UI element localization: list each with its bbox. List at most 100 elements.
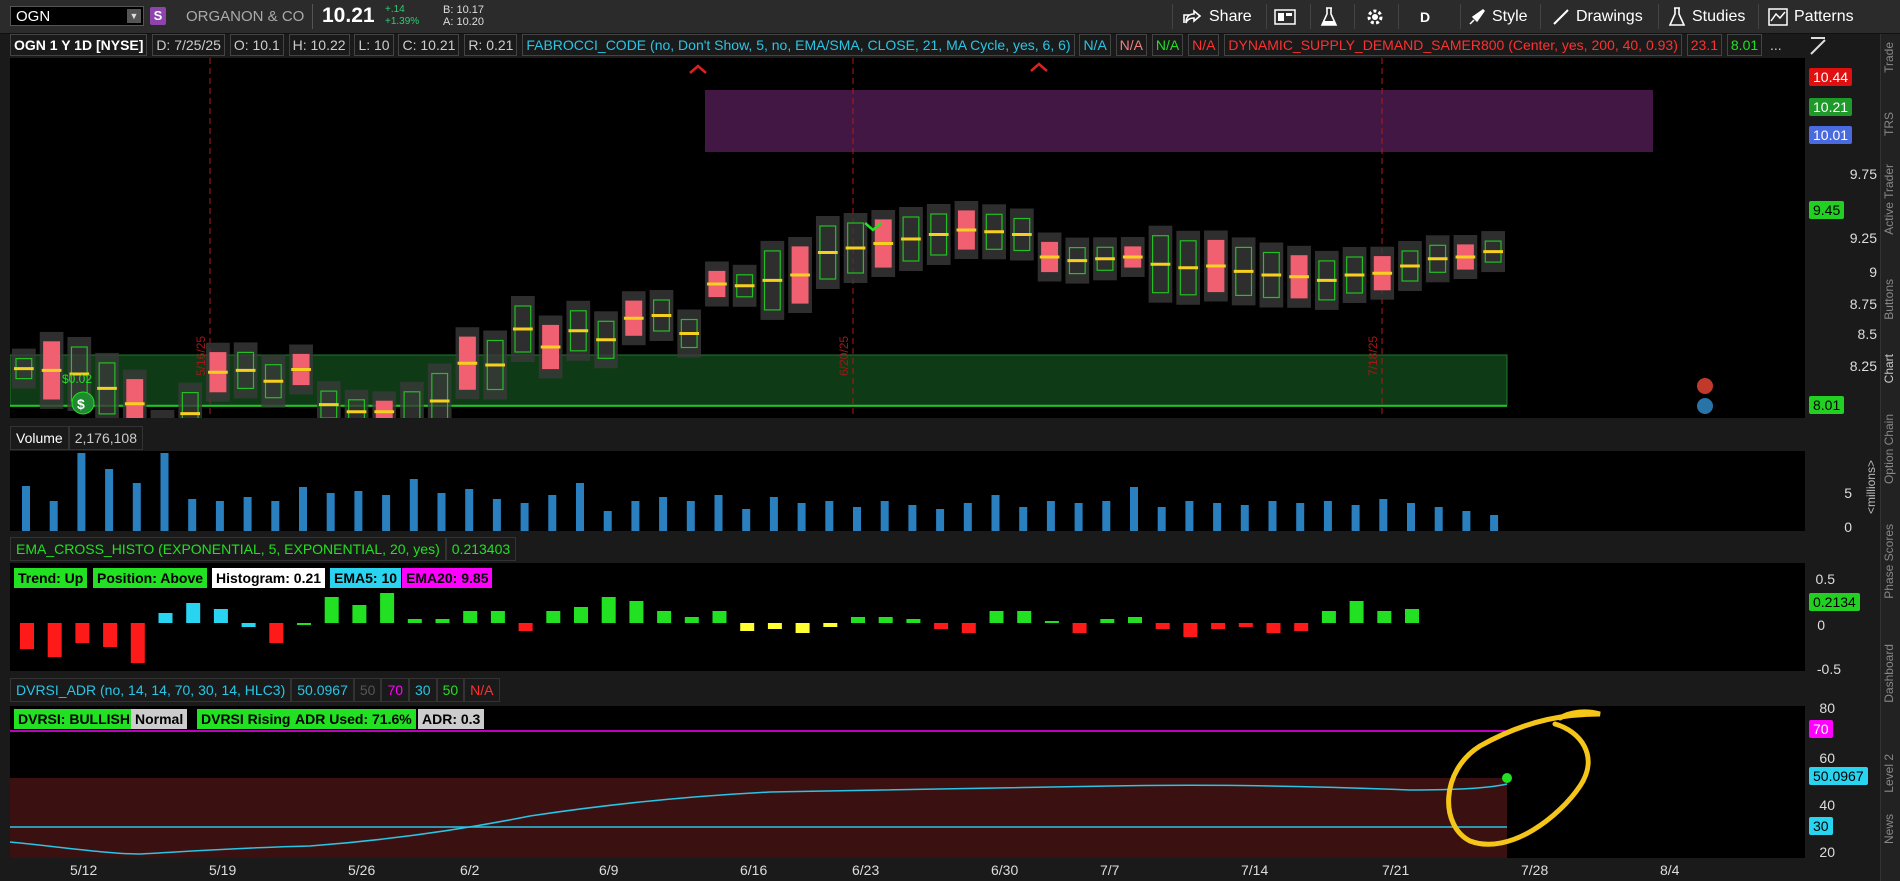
ema-study-title[interactable]: EMA_CROSS_HISTO (EXPONENTIAL, 5, EXPONEN… (10, 537, 446, 561)
axis-label: 0.5 (1815, 571, 1835, 587)
axis-label: 0 (1844, 519, 1852, 535)
sidebar-tab-trs[interactable]: TRS (1882, 112, 1900, 136)
info-icon[interactable] (1697, 398, 1713, 414)
study-fabrocci[interactable]: FABROCCI_CODE (no, Don't Show, 5, no, EM… (522, 34, 1075, 56)
drawings-label: Drawings (1576, 7, 1643, 25)
sidebar-tab-buttons[interactable]: Buttons (1882, 279, 1900, 320)
patterns-button[interactable]: Patterns (1768, 0, 1854, 33)
sidebar-tab-chart[interactable]: Chart (1882, 354, 1900, 383)
drawings-button[interactable]: Drawings (1552, 0, 1643, 33)
flexible-grid-button[interactable] (1274, 0, 1302, 33)
s-badge[interactable]: S (150, 7, 166, 25)
axis-label: 60 (1819, 750, 1835, 766)
study-na: N/A (1188, 34, 1220, 56)
studies-flask-icon (1668, 6, 1686, 26)
settings-button[interactable] (1365, 0, 1391, 33)
dividend-icon-glyph: $ (77, 396, 85, 412)
axis-label: 20 (1819, 844, 1835, 860)
date-tick: 5/26 (348, 862, 376, 878)
date-tick: 6/9 (599, 862, 619, 878)
dvrsi-normal-label: Normal (131, 709, 188, 729)
company-name: ORGANON & CO (186, 8, 305, 25)
dvrsi-na: N/A (464, 678, 500, 702)
dvrsi-param: 50 (353, 678, 382, 702)
axis-label: 40 (1819, 797, 1835, 813)
alert-icon[interactable] (1697, 378, 1713, 394)
date-tick: 5/12 (70, 862, 98, 878)
symbol-input[interactable]: OGN ▼ (10, 6, 144, 26)
date-tick: 8/4 (1660, 862, 1680, 878)
studies-label: Studies (1692, 7, 1746, 25)
divider (1658, 4, 1659, 29)
volume-units: <millions> (1864, 460, 1878, 515)
sidebar-tab-level2[interactable]: Level 2 (1882, 754, 1900, 793)
price-chart-svg: 5/16/25 6/20/25 7/18/25 $0.02 $ (9, 58, 1713, 475)
collapse-icon[interactable] (1808, 34, 1828, 58)
bid: B: 10.17 (443, 4, 484, 16)
position-label: Position: Above (93, 568, 208, 588)
period-button[interactable]: D (1420, 0, 1430, 33)
axis-label: 8.25 (1849, 358, 1877, 374)
date-tick: 7/21 (1382, 862, 1410, 878)
share-icon (1183, 8, 1202, 23)
price-tag-high: 10.44 (1809, 68, 1853, 86)
dvrsi-bullish-label: DVRSI: BULLISH (14, 709, 134, 729)
price-tag-blue: 10.01 (1809, 126, 1853, 144)
divider (1266, 4, 1267, 29)
axis-label: 0 (1817, 617, 1825, 633)
volume-header: Volume 2,176,108 (10, 426, 143, 450)
style-label: Style (1492, 7, 1528, 25)
bid-ask: B: 10.17 A: 10.20 (443, 4, 484, 28)
ohlc-open: O: 10.1 (229, 34, 284, 56)
sidebar-tab-option-chain[interactable]: Option Chain (1882, 414, 1900, 484)
axis-label: 9.25 (1849, 230, 1877, 246)
ema-axis: 0.5 0 -0.5 (1807, 563, 1877, 677)
dvrsi-value: 50.0967 (291, 678, 354, 702)
adr-used-label: ADR Used: 71.6% (291, 709, 416, 729)
divider (1172, 4, 1173, 29)
date-tick: 6/16 (740, 862, 768, 878)
dvrsi-param: 50 (436, 678, 465, 702)
sidebar-tab-news[interactable]: News (1882, 814, 1900, 844)
style-brush-icon (1469, 8, 1485, 25)
last-price: 10.21 (322, 4, 375, 27)
price-tag-green: 9.45 (1809, 201, 1845, 219)
price-tag-last: 10.21 (1809, 98, 1853, 116)
lab-button[interactable] (1320, 0, 1344, 33)
divider (1398, 4, 1399, 29)
sidebar-tab-trade[interactable]: Trade (1882, 42, 1900, 73)
studies-button[interactable]: Studies (1668, 0, 1745, 33)
volume-chart[interactable] (10, 451, 1805, 531)
divider (312, 4, 313, 29)
grid-icon (1274, 8, 1296, 25)
dvrsi-current-point (1502, 773, 1512, 783)
dvrsi-value-tag: 50.0967 (1809, 767, 1868, 785)
axis-label: 8.75 (1849, 296, 1877, 312)
dvrsi-header: DVRSI_ADR (no, 14, 14, 70, 30, 14, HLC3)… (10, 678, 500, 702)
more-studies[interactable]: ... (1767, 35, 1785, 55)
price-change: +.14 +1.39% (385, 4, 419, 28)
volume-bars (22, 453, 1499, 531)
date-tick: 5/19 (209, 862, 237, 878)
price-chart[interactable]: 5/16/25 6/20/25 7/18/25 $0.02 $ (9, 58, 1805, 475)
date-tick: 7/28 (1521, 862, 1549, 878)
study-supply-demand[interactable]: DYNAMIC_SUPPLY_DEMAND_SAMER800 (Center, … (1224, 34, 1682, 56)
share-label: Share (1209, 7, 1252, 25)
symbol-dropdown-icon[interactable]: ▼ (127, 9, 141, 23)
arrow-up-icon (689, 64, 707, 74)
study-na: N/A (1079, 34, 1111, 56)
price-tag-low: 8.01 (1809, 396, 1845, 414)
dvrsi-study-title[interactable]: DVRSI_ADR (no, 14, 14, 70, 30, 14, HLC3) (10, 678, 292, 702)
style-button[interactable]: Style (1468, 0, 1528, 33)
study-na: N/A (1151, 34, 1184, 56)
chart-title[interactable]: OGN 1 Y 1D [NYSE] (10, 34, 148, 56)
divider (1354, 4, 1355, 29)
sidebar-tab-active-trader[interactable]: Active Trader (1882, 164, 1900, 235)
share-button[interactable]: Share (1183, 0, 1252, 33)
supply-zone (705, 90, 1653, 152)
dvrsi-param: 30 (409, 678, 437, 702)
sidebar-tab-phase-scores[interactable]: Phase Scores (1882, 524, 1900, 599)
divider (1758, 4, 1759, 29)
volume-label[interactable]: Volume (10, 426, 69, 450)
sidebar-tab-dashboard[interactable]: Dashboard (1882, 644, 1900, 703)
